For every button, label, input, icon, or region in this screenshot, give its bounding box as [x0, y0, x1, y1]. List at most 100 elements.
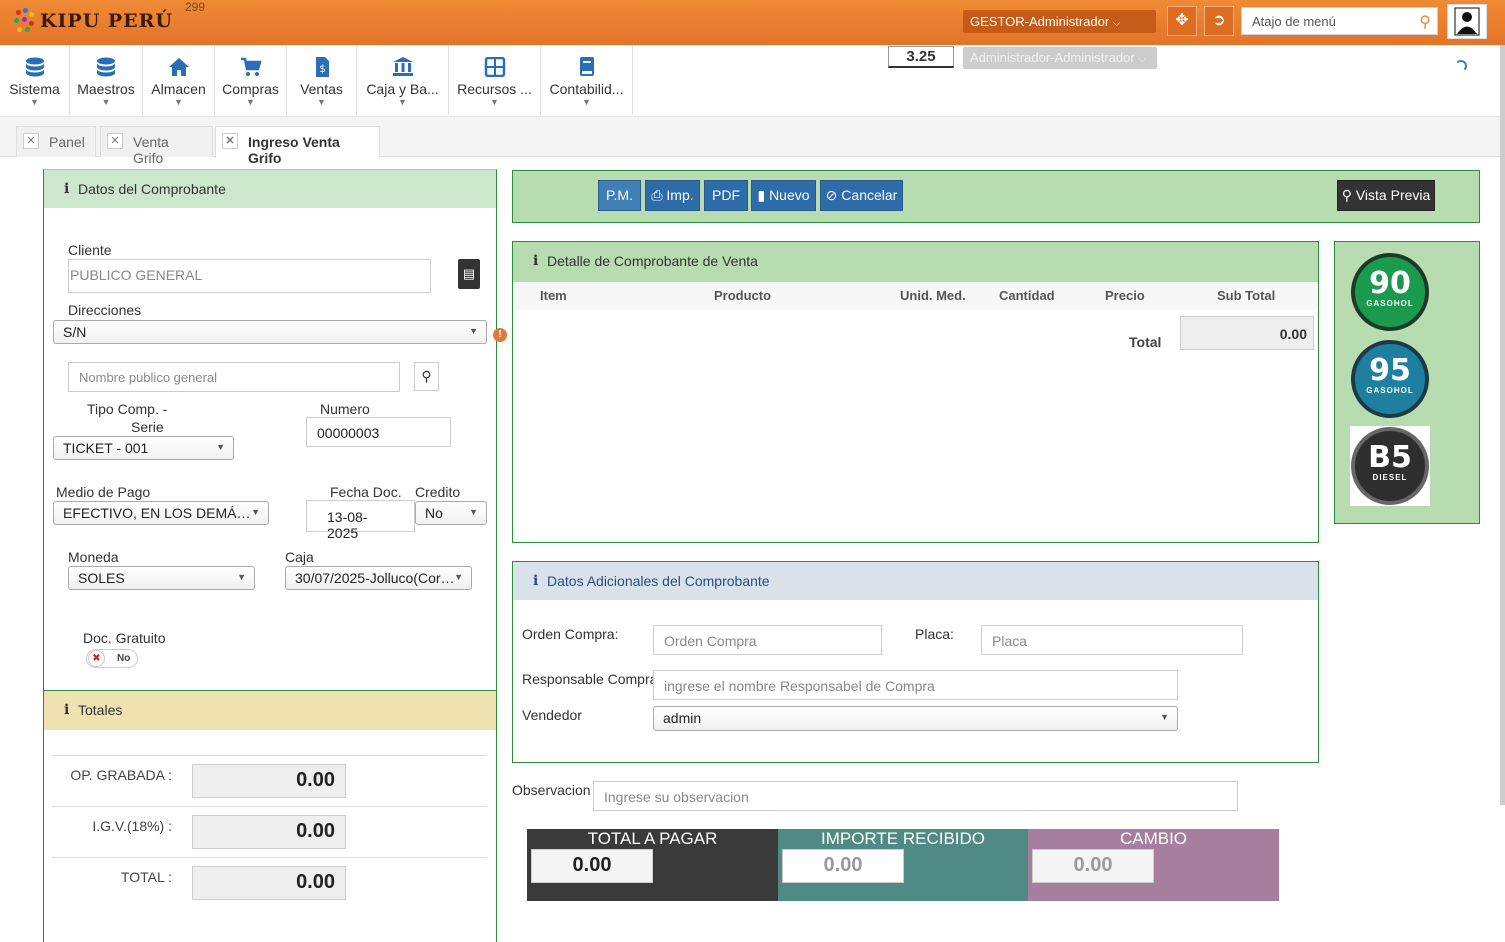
credito-label: Credito	[415, 484, 461, 500]
observacion-input[interactable]: Ingrese su observacion	[593, 781, 1238, 811]
cancel-label: Cancelar	[841, 187, 898, 203]
medio-pago-select[interactable]: EFECTIVO, EN LOS DEMÁ… ▼	[53, 501, 269, 525]
select-value: S/N	[63, 324, 87, 340]
search-client-button[interactable]: ⚲	[414, 362, 439, 391]
fuel-number: 90	[1369, 266, 1411, 301]
chevron-down-icon: ▼	[246, 97, 255, 107]
column-header: Cantidad	[999, 288, 1055, 303]
fuel-name: GASOHOL	[1366, 386, 1414, 395]
orden-compra-input[interactable]: Orden Compra	[653, 625, 882, 655]
menu-label: Almacen	[151, 81, 206, 97]
vendedor-label: Vendedor	[522, 707, 582, 723]
chevron-down-icon: ▼	[101, 97, 111, 107]
chevron-down-icon: ▼	[398, 97, 407, 107]
chevron-down-icon: ▼	[174, 97, 183, 107]
tab-label: Venta Grifo	[133, 134, 169, 166]
column-header: Unid. Med.	[900, 288, 966, 303]
pdf-button[interactable]: PDF	[704, 180, 748, 211]
adicionales-header: i Datos Adicionales del Comprobante	[513, 562, 1318, 600]
user-avatar-button[interactable]	[1447, 4, 1487, 39]
menu-label: Maestros	[77, 81, 135, 97]
shortcut-search-input[interactable]: Atajo de menú ⚲	[1241, 7, 1438, 35]
menu-item-caja[interactable]: Caja y Ba... ▼	[357, 45, 449, 115]
database-icon	[25, 57, 44, 77]
numero-input[interactable]: 00000003	[306, 417, 451, 447]
info-icon: i	[64, 181, 70, 197]
totales-header: i Totales	[44, 691, 496, 730]
kipu-logo-icon	[14, 8, 36, 34]
nombre-publico-input[interactable]: Nombre publico general	[68, 362, 400, 392]
info-icon: i	[533, 573, 539, 589]
menu-item-ventas[interactable]: $ Ventas ▼	[287, 45, 357, 115]
doc-gratuito-label: Doc. Gratuito	[83, 630, 166, 646]
responsable-input[interactable]: ingrese el nombre Responsabel de Compra	[653, 670, 1178, 700]
pay-label: IMPORTE RECIBIDO	[820, 829, 986, 848]
caja-label: Caja	[285, 549, 314, 565]
menu-item-compras[interactable]: Compras ▼	[215, 45, 287, 115]
cambio-value: 0.00	[1032, 849, 1154, 883]
menu-item-sistema[interactable]: Sistema ▼	[0, 45, 70, 115]
menu-item-maestros[interactable]: Maestros ▼	[70, 45, 143, 115]
fuel-number: B5	[1368, 440, 1412, 475]
chevron-down-icon: ▼	[490, 97, 499, 107]
orden-compra-label: Orden Compra:	[522, 626, 619, 642]
pm-button[interactable]: P.M.	[598, 180, 641, 211]
preview-label: Vista Previa	[1355, 187, 1431, 203]
cliente-input[interactable]: PUBLICO GENERAL	[68, 259, 431, 293]
loading-spinner-icon	[1455, 60, 1467, 72]
fuel-gasohol-90-button[interactable]: 90 GASOHOL	[1351, 253, 1429, 331]
tipo-comp-select[interactable]: TICKET - 001 ▼	[53, 436, 234, 460]
role-dropdown[interactable]: GESTOR-Administrador ⌵	[963, 10, 1156, 33]
cart-icon	[240, 57, 262, 76]
close-icon[interactable]: ✕	[23, 133, 39, 149]
ban-icon: ⊘	[825, 187, 838, 203]
fuel-gasohol-95-button[interactable]: 95 GASOHOL	[1351, 340, 1429, 418]
tab-ingreso-venta-grifo[interactable]: ✕ Ingreso Venta Grifo	[215, 126, 380, 166]
caret-down-icon: ▼	[469, 507, 478, 517]
menu-item-recursos[interactable]: Recursos ... ▼	[449, 45, 541, 115]
role-dropdown-label: GESTOR-Administrador	[970, 14, 1110, 29]
credito-select[interactable]: No ▼	[415, 501, 487, 525]
user-icon	[1454, 7, 1480, 36]
search-icon: ⚲	[421, 368, 432, 384]
chevron-down-icon: ▼	[317, 97, 326, 107]
detalle-total-value: 0.00	[1180, 316, 1314, 350]
moneda-select[interactable]: SOLES ▼	[68, 566, 255, 590]
serie-label: Serie	[131, 419, 164, 435]
menu-label: Ventas	[300, 81, 343, 97]
panel-title: Datos del Comprobante	[78, 181, 226, 197]
total-row: OP. GRABADA : 0.00	[52, 755, 487, 806]
new-client-button[interactable]: ▤	[458, 259, 480, 289]
print-button[interactable]: ⎙ Imp.	[645, 180, 700, 211]
vendedor-select[interactable]: admin ▼	[653, 706, 1178, 731]
shortcut-placeholder: Atajo de menú	[1252, 14, 1336, 29]
fuel-diesel-b5-button[interactable]: B5 DIESEL	[1351, 427, 1429, 505]
menu-item-contabilidad[interactable]: Contabilid... ▼	[541, 45, 633, 115]
doc-gratuito-toggle[interactable]: ✖ No	[86, 649, 138, 668]
logout-button[interactable]: ➲	[1204, 6, 1234, 36]
importe-recibido-input[interactable]: 0.00	[782, 849, 904, 883]
close-icon[interactable]: ✕	[107, 133, 123, 149]
total-row-label: TOTAL :	[120, 869, 172, 885]
close-icon[interactable]: ✕	[222, 133, 238, 149]
tab-panel[interactable]: ✕ Panel	[16, 126, 96, 157]
preview-button[interactable]: ⚲ Vista Previa	[1337, 180, 1435, 211]
direcciones-select[interactable]: S/N ▼	[53, 320, 487, 344]
new-button[interactable]: ▮ Nuevo	[751, 180, 816, 211]
placa-input[interactable]: Placa	[981, 625, 1243, 655]
page-scrollbar[interactable]	[1500, 45, 1505, 805]
detalle-total-label: Total	[1129, 334, 1162, 350]
moneda-label: Moneda	[68, 549, 119, 565]
cancel-button[interactable]: ⊘ Cancelar	[820, 180, 903, 211]
admin-dropdown[interactable]: Administrador-Administrador ⌵	[963, 47, 1157, 69]
tab-venta-grifo[interactable]: ✕ Venta Grifo	[100, 126, 213, 166]
menu-label: Caja y Ba...	[366, 81, 439, 97]
fecha-input[interactable]: 13-08-2025	[306, 500, 415, 541]
move-button[interactable]: ✥	[1167, 6, 1197, 36]
caja-select[interactable]: 30/07/2025-Jolluco(Cor… ▼	[285, 566, 472, 590]
book-icon	[579, 57, 594, 76]
menu-item-almacen[interactable]: Almacen ▼	[143, 45, 215, 115]
tab-label: Ingreso Venta Grifo	[248, 134, 340, 166]
select-value: SOLES	[78, 570, 125, 586]
importe-recibido-box: IMPORTE RECIBIDO 0.00	[778, 829, 1028, 901]
